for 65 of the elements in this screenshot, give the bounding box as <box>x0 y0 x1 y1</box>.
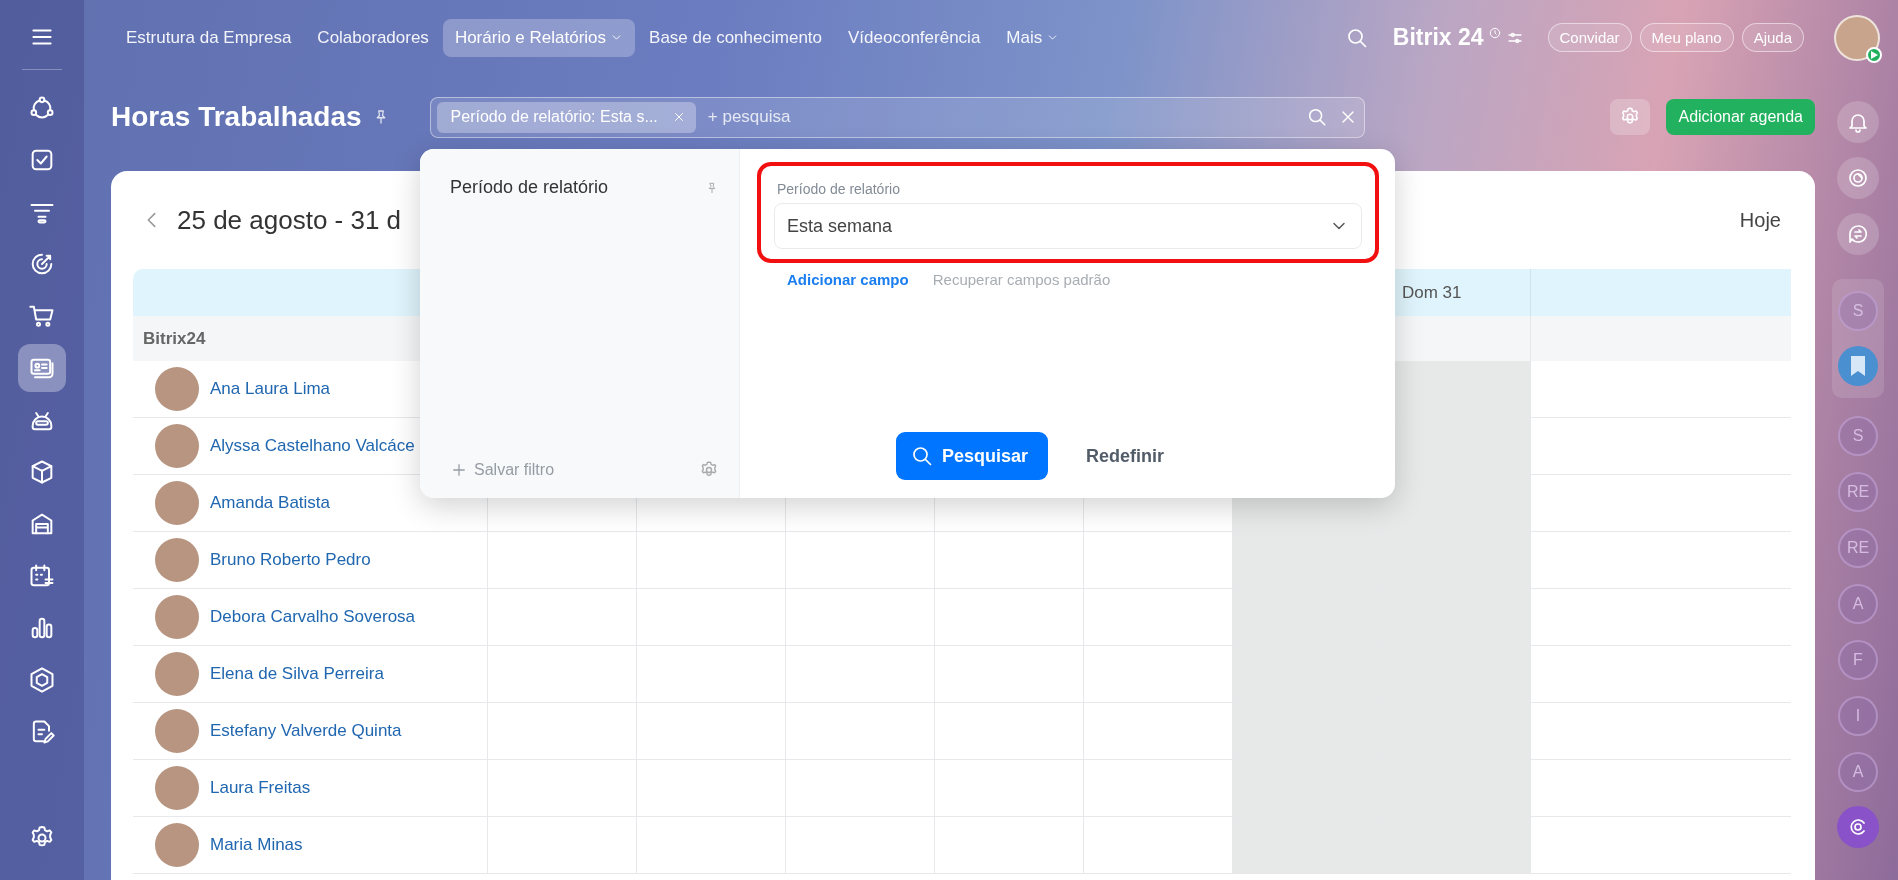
spiral-icon <box>1846 166 1870 190</box>
nav-tab[interactable]: Vídeoconferência <box>836 18 993 57</box>
chat-avatar[interactable]: I <box>1838 696 1878 736</box>
employee-link[interactable]: Debora Carvalho Soverosa <box>210 607 416 627</box>
employee-link[interactable]: Ana Laura Lima <box>210 379 331 399</box>
logo-text: Bitrix 24 <box>1392 24 1484 51</box>
chat-avatar[interactable]: S <box>1838 291 1878 331</box>
page-title: Horas Trabalhadas <box>111 101 362 133</box>
hexagon-icon <box>28 666 56 694</box>
employee-link[interactable]: Maria Minas <box>210 835 303 855</box>
add-field-link[interactable]: Adicionar campo <box>787 271 909 288</box>
avatar <box>155 367 199 411</box>
nav-tab[interactable]: Estrutura da Empresa <box>114 18 304 57</box>
avatar <box>155 538 199 582</box>
sidebar-item[interactable] <box>18 344 66 392</box>
search-button[interactable]: Pesquisar <box>895 432 1048 480</box>
chat-avatar[interactable]: RE <box>1838 528 1878 568</box>
employee-link[interactable]: Alyssa Castelhano Valcáce <box>210 436 415 456</box>
field-label: Período de relatório <box>776 181 901 197</box>
nav-tab[interactable]: Base de conhecimento <box>637 18 834 57</box>
bookmark-icon <box>1849 355 1867 377</box>
nav-tab[interactable]: Colaboradores <box>305 18 441 57</box>
avatar <box>155 652 199 696</box>
chat-arrows-icon <box>1846 222 1870 246</box>
employee-link[interactable]: Laura Freitas <box>210 778 311 798</box>
today-button[interactable]: Hoje <box>1733 207 1787 233</box>
employee-link[interactable]: Elena de Silva Perreira <box>210 664 384 684</box>
sidebar-button[interactable] <box>1837 806 1879 848</box>
bookmark-button[interactable] <box>1838 346 1878 386</box>
plus-icon <box>450 461 468 479</box>
user-avatar[interactable] <box>1834 14 1880 61</box>
header-button[interactable]: Ajuda <box>1741 23 1804 52</box>
sidebar-button[interactable] <box>1837 213 1879 255</box>
avatar <box>155 424 199 468</box>
avatar <box>155 709 199 753</box>
chat-avatar[interactable]: RE <box>1838 472 1878 512</box>
header-button[interactable]: Meu plano <box>1639 23 1734 52</box>
chat-avatar[interactable]: A <box>1838 752 1878 792</box>
filter-preset[interactable]: Período de relatório <box>450 177 719 198</box>
chat-avatar[interactable]: A <box>1838 584 1878 624</box>
notifications-button[interactable] <box>1837 101 1879 143</box>
clock-icon <box>1487 26 1502 40</box>
date-range: 25 de agosto - 31 d <box>177 204 402 236</box>
nav-tab[interactable]: Mais <box>994 18 1072 57</box>
play-badge-icon <box>1866 46 1882 63</box>
filter-chip[interactable]: Período de relatório: Esta s... <box>436 101 696 133</box>
add-schedule-button[interactable]: Adicionar agenda <box>1666 99 1815 135</box>
pin-icon <box>705 180 719 195</box>
avatar <box>155 766 199 810</box>
save-filter-button[interactable]: Salvar filtro <box>450 461 555 479</box>
employee-link[interactable]: Bruno Roberto Pedro <box>210 550 371 570</box>
restore-fields-link[interactable]: Recuperar campos padrão <box>932 271 1111 288</box>
sidebar-button[interactable] <box>1837 157 1879 199</box>
reset-button[interactable]: Redefinir <box>1080 444 1171 468</box>
chat-avatar[interactable]: S <box>1838 416 1878 456</box>
nav-tab[interactable]: Horário e Relatórios <box>442 18 636 57</box>
avatar <box>155 823 199 867</box>
header-button[interactable]: Convidar <box>1547 23 1632 52</box>
period-select[interactable]: Esta semana <box>774 203 1362 249</box>
filter-search-field[interactable]: Período de relatório: Esta s... + pesquisa <box>429 96 1365 138</box>
employee-link[interactable]: Estefany Valverde Quinta <box>210 721 402 741</box>
employee-link[interactable]: Amanda Batista <box>210 493 330 513</box>
avatar <box>155 595 199 639</box>
chat-avatar[interactable]: F <box>1838 640 1878 680</box>
avatar <box>155 481 199 525</box>
